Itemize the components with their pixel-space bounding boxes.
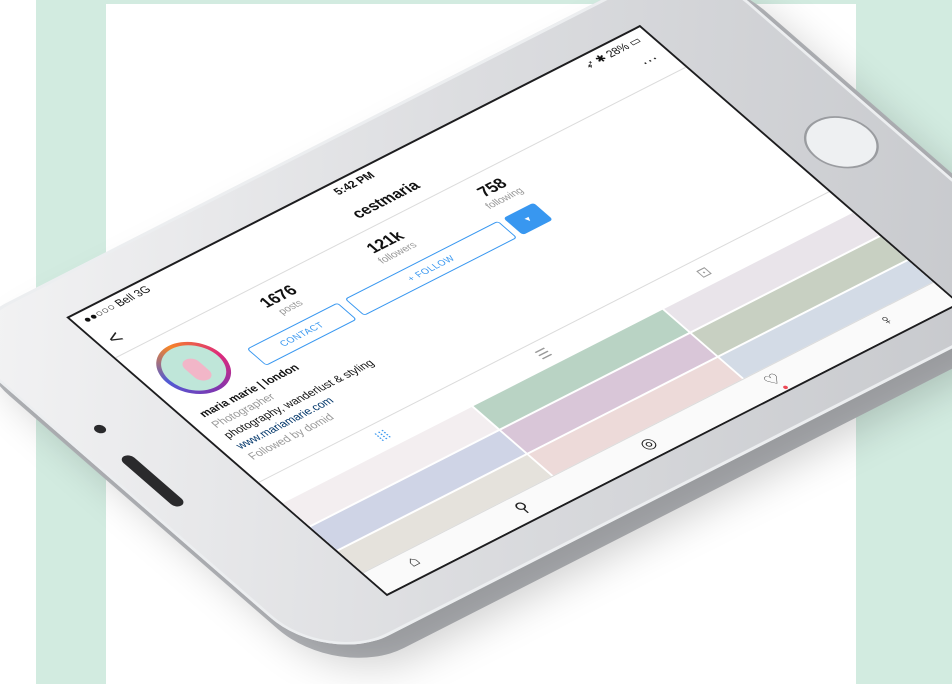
avatar-figure [178,356,216,384]
avatar-photo [147,336,240,400]
home-icon[interactable]: ⌂ [402,554,425,571]
profile-icon[interactable]: ♀ [875,312,900,330]
notification-dot [782,385,789,390]
tagged-photos-icon[interactable]: ⊡ [692,264,716,281]
search-icon[interactable]: ⚲ [509,498,536,517]
grid-view-icon[interactable]: ⁞⁞⁞ [371,427,394,444]
list-view-icon[interactable]: ☰ [531,345,556,363]
camera-icon[interactable]: ◎ [634,434,663,454]
